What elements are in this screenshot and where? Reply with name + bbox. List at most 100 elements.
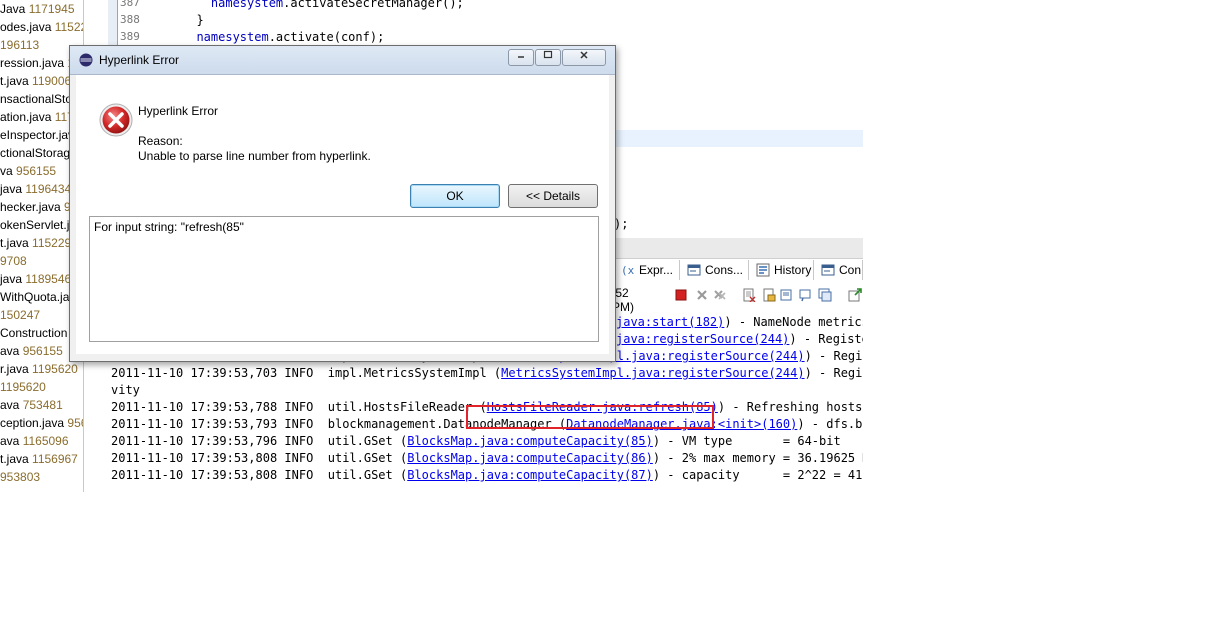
explorer-item[interactable]: 150247: [0, 306, 40, 324]
explorer-item-revision: 1195620: [32, 362, 78, 376]
console-line: 2011-11-10 17:39:53,808 INFO util.GSet (…: [111, 450, 863, 467]
explorer-item-revision: 1165096: [22, 434, 69, 448]
log-text: 2011-11-10 17:39:53,808 INFO util.GSet (: [111, 451, 408, 465]
explorer-item[interactable]: t.java 115229: [0, 234, 71, 252]
source-hyperlink[interactable]: MetricsSystemImpl.java:registerSource(24…: [501, 366, 804, 380]
open-console-icon[interactable]: [848, 288, 862, 302]
explorer-item[interactable]: va 956155: [0, 162, 56, 180]
maximize-icon: [543, 50, 553, 59]
explorer-item[interactable]: ava 1165096: [0, 432, 69, 450]
log-text: ) - VM type = 64-bit: [652, 434, 841, 448]
remove-all-launches-icon[interactable]: [713, 288, 727, 302]
source-hyperlink[interactable]: java:start(182): [616, 315, 724, 329]
explorer-item-name: java: [0, 272, 23, 286]
explorer-item[interactable]: r.java 1195620: [0, 360, 78, 378]
explorer-item[interactable]: Java 1171945: [0, 0, 75, 18]
display-selected-console-icon[interactable]: [818, 288, 832, 302]
show-console-on-output-icon[interactable]: [780, 288, 794, 302]
console-line: 2011-11-10 17:39:53,703 INFO impl.Metric…: [111, 365, 863, 382]
tab-label: Con: [839, 263, 862, 277]
dialog-body: Hyperlink Error Reason: Unable to parse …: [76, 75, 609, 354]
code-line: namesystem.activateSecretManager();: [182, 0, 464, 12]
source-hyperlink[interactable]: BlocksMap.java:computeCapacity(85): [407, 434, 653, 448]
tab-cons[interactable]: Cons...: [683, 260, 749, 280]
explorer-item-name: va: [0, 164, 13, 178]
log-text: ) - dfs.block: [797, 417, 863, 431]
log-text: 2011-11-10 17:39:53,796 INFO util.GSet (: [111, 434, 408, 448]
code-line: }: [182, 12, 204, 29]
reason-label: Reason:: [138, 134, 183, 148]
tab-history[interactable]: History: [752, 260, 814, 280]
explorer-item[interactable]: t.java 1190060: [0, 72, 78, 90]
explorer-item[interactable]: java 1189546: [0, 270, 71, 288]
hyperlink-error-dialog: Hyperlink Error Hyperlink Error Reason:: [69, 45, 616, 362]
explorer-item-name: ava: [0, 434, 20, 448]
clear-console-icon[interactable]: [742, 288, 756, 302]
details-text: For input string: "refresh(85": [94, 220, 244, 234]
explorer-item[interactable]: Construction: [0, 324, 67, 342]
console-line: 2011-11-10 17:39:53,808 INFO util.GSet (…: [111, 467, 863, 484]
dialog-titlebar[interactable]: Hyperlink Error: [70, 46, 615, 75]
explorer-item-revision: 956: [67, 416, 83, 430]
explorer-item-name: odes.java: [0, 20, 52, 34]
explorer-item[interactable]: ception.java 956: [0, 414, 83, 432]
explorer-item[interactable]: ava 956155: [0, 342, 63, 360]
ok-button[interactable]: OK: [410, 184, 500, 208]
source-hyperlink[interactable]: BlocksMap.java:computeCapacity(87): [407, 468, 653, 482]
explorer-item[interactable]: ation.java 117: [0, 108, 74, 126]
explorer-item[interactable]: 953803: [0, 468, 40, 486]
code-text: );: [614, 217, 629, 231]
source-hyperlink[interactable]: java:registerSource(244): [616, 332, 789, 346]
svg-text:(x): (x): [621, 264, 635, 277]
code-text: }: [196, 13, 204, 27]
terminate-icon[interactable]: [674, 288, 688, 302]
explorer-item[interactable]: ava 753481: [0, 396, 63, 414]
explorer-item[interactable]: eInspector.jav: [0, 126, 74, 144]
minimize-button[interactable]: [508, 49, 534, 66]
explorer-item-name: t.java: [0, 74, 29, 88]
tab-expr[interactable]: (x) Expr...: [617, 260, 680, 280]
close-button[interactable]: [562, 49, 606, 66]
console-line: java:registerSource(244)) - Register: [616, 331, 863, 348]
explorer-item-name: hecker.java: [0, 200, 61, 214]
details-text-area[interactable]: For input string: "refresh(85": [89, 216, 599, 342]
explorer-item[interactable]: WithQuota.ja: [0, 288, 69, 306]
explorer-item-name: okenServlet.j: [0, 218, 70, 232]
explorer-item[interactable]: nsactionalSto: [0, 90, 72, 108]
explorer-item-name: ava: [0, 398, 20, 412]
code-field: namesystem: [210, 0, 284, 10]
code-text: .activate(conf);: [268, 30, 385, 44]
explorer-item[interactable]: odes.java 115229: [0, 18, 83, 36]
scroll-lock-icon[interactable]: [762, 288, 776, 302]
explorer-item[interactable]: 1195620: [0, 378, 46, 396]
tab-con[interactable]: Con: [817, 260, 863, 280]
remove-launch-icon[interactable]: [695, 288, 709, 302]
source-hyperlink[interactable]: BlocksMap.java:computeCapacity(86): [407, 451, 653, 465]
explorer-item-revision: 1156967: [32, 452, 78, 466]
details-button[interactable]: << Details: [508, 184, 598, 208]
pin-console-icon[interactable]: [798, 288, 812, 302]
explorer-item[interactable]: 9708: [0, 252, 27, 270]
maximize-button[interactable]: [535, 49, 561, 66]
dialog-title: Hyperlink Error: [99, 53, 180, 67]
console-line: vity: [111, 382, 140, 399]
explorer-item[interactable]: java 1196434: [0, 180, 71, 198]
explorer-item-revision: 115229: [32, 236, 72, 250]
log-text: 2011-11-10 17:39:53,788 INFO util.HostsF…: [111, 400, 487, 414]
explorer-item[interactable]: ctionalStorag: [0, 144, 70, 162]
console-icon: [821, 264, 835, 276]
code-field: namesystem: [196, 30, 269, 44]
code-text: .activateSecretManager();: [283, 0, 464, 10]
explorer-item[interactable]: okenServlet.j: [0, 216, 69, 234]
explorer-item-name: java: [0, 182, 23, 196]
explorer-item-name: ression.java: [0, 56, 65, 70]
line-number: 389: [120, 30, 140, 43]
explorer-item[interactable]: t.java 1156967: [0, 450, 78, 468]
explorer-item[interactable]: 196113: [0, 36, 39, 54]
history-icon: [756, 263, 770, 277]
tab-label: Cons...: [705, 263, 744, 277]
explorer-item[interactable]: hecker.java 99: [0, 198, 77, 216]
